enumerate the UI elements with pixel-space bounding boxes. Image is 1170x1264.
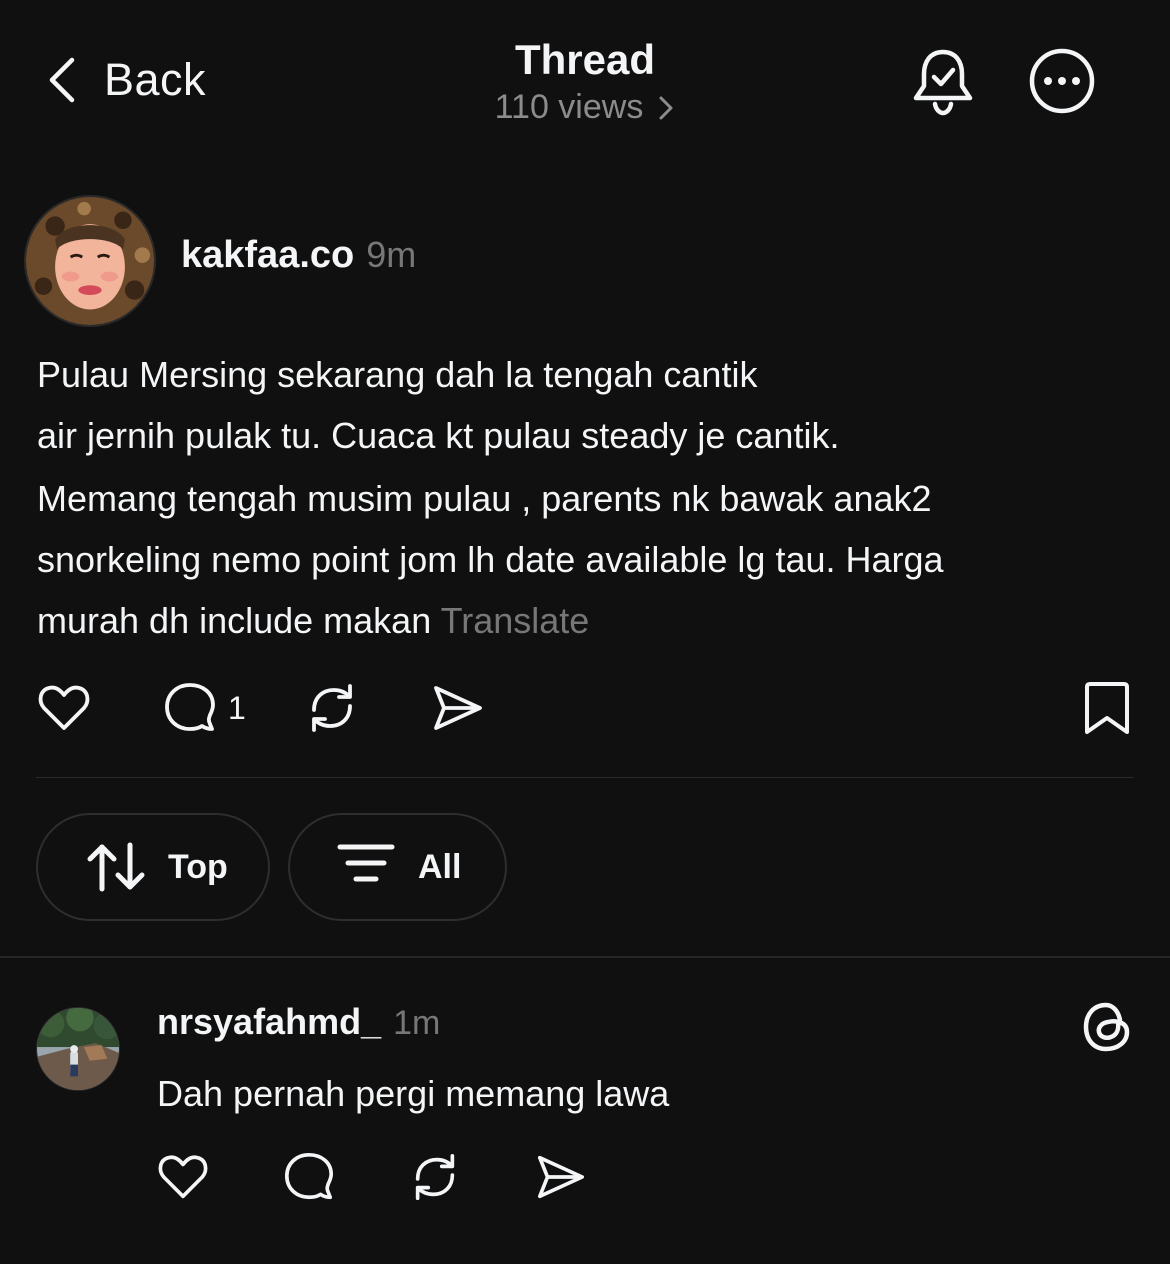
post-line: Pulau Mersing sekarang dah la tengah can… [37,354,758,395]
avatar-image [37,1008,119,1090]
translate-link[interactable]: Translate [441,600,590,641]
reply-button[interactable]: 1 [162,680,246,736]
sort-button[interactable]: Top [36,813,270,921]
sort-arrows-icon [87,842,145,892]
reply-actions [156,1150,588,1204]
filter-label: All [418,847,462,886]
post-line: snorkeling nemo point jom lh date availa… [37,539,944,580]
post-author-avatar[interactable] [24,195,156,327]
divider [0,956,1170,958]
reply-text: Dah pernah pergi memang lawa [157,1073,670,1114]
repost-icon [415,1153,455,1201]
post-time: 9m [366,234,417,275]
reply-author-avatar[interactable] [36,1007,120,1091]
repost-icon [311,684,352,732]
divider [36,777,1134,778]
filter-icon [337,844,395,882]
comment-icon [165,683,215,731]
post-username[interactable]: kakfaa.co [181,234,354,277]
sort-label: Top [168,847,228,886]
post-body: Pulau Mersing sekarang dah la tengah can… [37,357,1147,664]
share-icon [433,686,482,730]
reply-count: 1 [228,689,246,726]
reply-comment-button[interactable] [282,1150,336,1204]
like-button[interactable] [36,680,92,736]
bell-check-icon[interactable] [910,46,976,116]
share-icon [537,1155,585,1199]
avatar-image [26,197,154,325]
header-title-block: Thread 110 views [0,36,1170,127]
reply-repost-button[interactable] [408,1150,462,1204]
reply-meta: nrsyafahmd_ 1m [157,1001,440,1043]
share-button[interactable] [430,680,486,736]
chevron-right-icon [659,96,673,119]
post-line: air jernih pulak tu. Cuaca kt pulau stea… [37,415,840,456]
bookmark-icon[interactable] [1080,680,1134,736]
post-line-last: murah dh include makan Translate [37,603,1147,664]
reply-share-button[interactable] [534,1150,588,1204]
heart-icon [38,685,90,730]
filter-button[interactable]: All [288,813,507,921]
reply-username[interactable]: nrsyafahmd_ [157,1001,381,1043]
reply-time: 1m [393,1004,441,1042]
thread-screen: Back Thread 110 views kakfaa.co 9m Pulau… [0,0,1170,1264]
post-meta: kakfaa.co 9m [181,234,416,277]
comment-icon [284,1152,334,1200]
more-icon[interactable] [1026,46,1098,116]
post-actions: 1 [36,680,486,736]
views-count: 110 views [494,88,644,126]
heart-icon [158,1155,208,1199]
post-line: murah dh include makan [37,600,441,641]
page-title: Thread [514,36,656,83]
repost-button[interactable] [304,680,360,736]
views-link[interactable]: 110 views [495,88,676,127]
post-line: Memang tengah musim pulau , parents nk b… [37,478,932,519]
threads-logo-icon[interactable] [1080,998,1134,1056]
reply-like-button[interactable] [156,1150,210,1204]
